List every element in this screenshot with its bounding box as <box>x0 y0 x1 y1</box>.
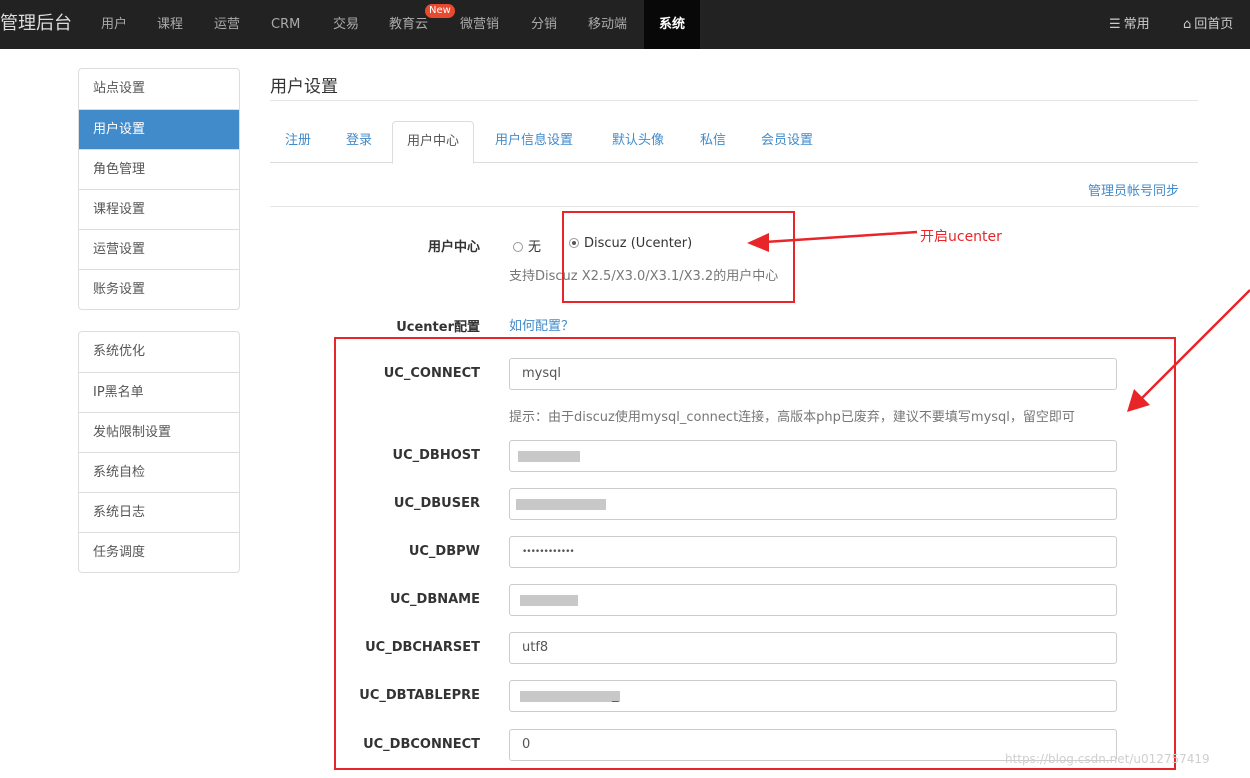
arrow-to-config <box>1127 289 1250 412</box>
annotation-arrows <box>747 230 1250 412</box>
arrow-to-radio <box>747 230 918 252</box>
watermark: https://blog.csdn.net/u012757419 <box>1005 752 1210 766</box>
